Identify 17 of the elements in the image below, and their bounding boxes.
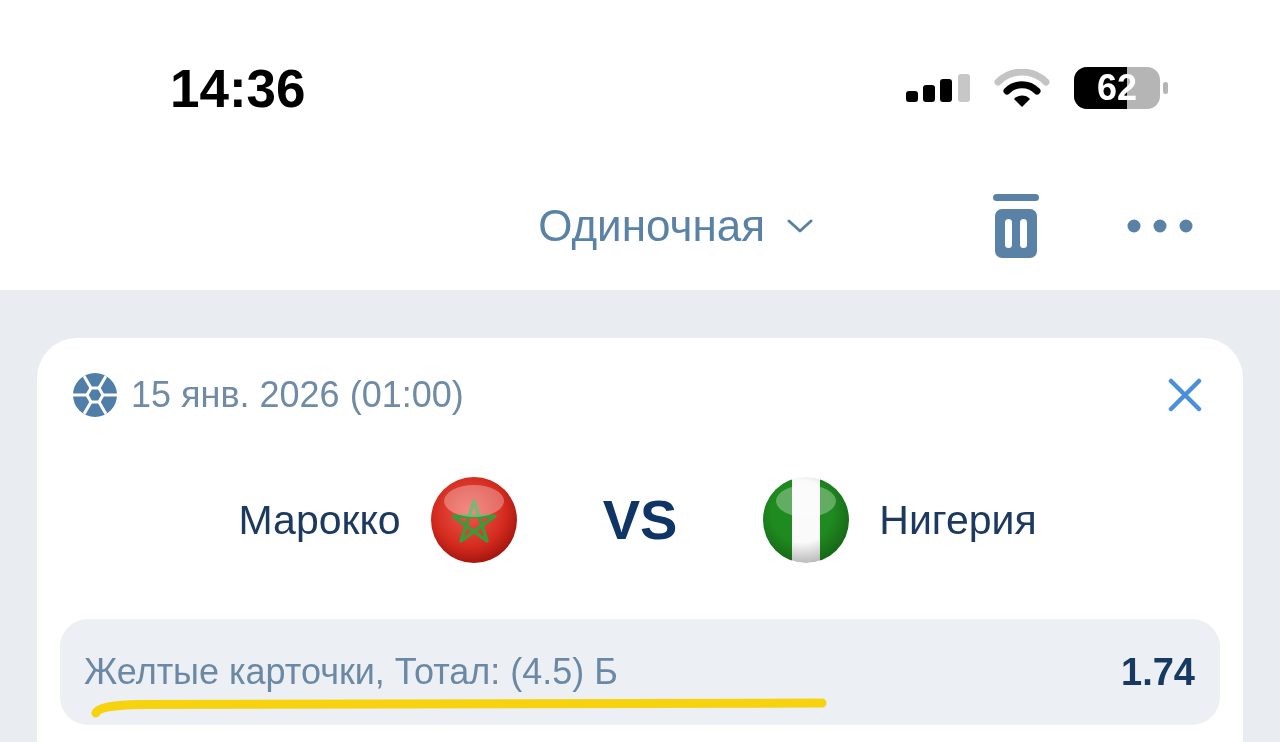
versus-label: VS	[602, 492, 678, 548]
close-icon[interactable]	[1168, 378, 1202, 412]
bet-outcome: Желтые карточки, Тотал: (4.5) Б	[84, 654, 618, 690]
chevron-down-icon	[787, 218, 813, 234]
wifi-icon	[994, 69, 1050, 107]
status-time: 14:36	[170, 61, 306, 115]
signal-icon	[906, 74, 970, 102]
bet-type-dropdown[interactable]: Одиночная	[538, 204, 813, 248]
more-options-icon[interactable]	[1127, 219, 1193, 233]
odds-value: 1.74	[1121, 653, 1195, 691]
trash-icon[interactable]	[993, 194, 1039, 258]
flag-icon	[430, 477, 517, 563]
team-name: Марокко	[238, 499, 401, 541]
match-date: 15 янв. 2026 (01:00)	[131, 377, 464, 413]
team-name: Нигерия	[879, 499, 1037, 541]
soccer-ball-icon	[73, 373, 117, 417]
flag-icon	[763, 477, 850, 563]
